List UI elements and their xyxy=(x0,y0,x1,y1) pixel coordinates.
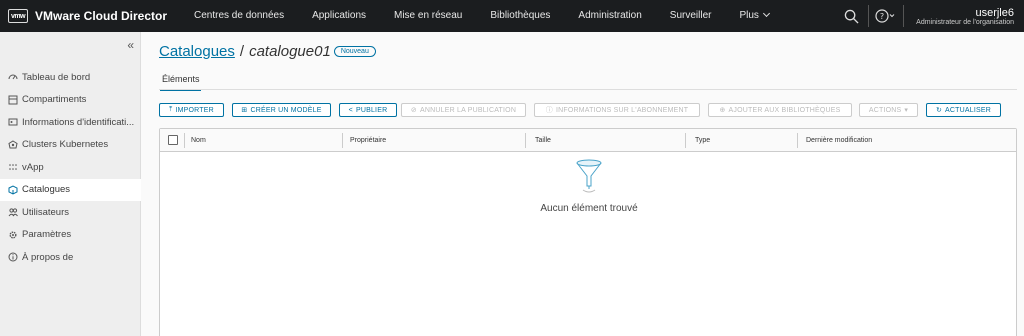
sidebar-item-label: Compartiments xyxy=(22,94,87,106)
empty-state: Aucun élément trouvé xyxy=(160,158,1018,214)
sidebar-item-credentials[interactable]: Informations d'identificati... xyxy=(0,111,141,134)
new-badge: Nouveau xyxy=(333,46,376,57)
empty-message: Aucun élément trouvé xyxy=(540,203,638,214)
publish-label: PUBLIER xyxy=(355,106,388,114)
breadcrumb-catalogs-link[interactable]: Catalogues xyxy=(159,43,235,60)
tab-divider xyxy=(159,89,1017,90)
sidebar-item-label: Utilisateurs xyxy=(22,206,69,218)
column-divider[interactable] xyxy=(685,133,686,148)
vmware-logo: vmw xyxy=(8,9,28,23)
catalog-icon xyxy=(7,184,18,195)
library-icon: ⊕ xyxy=(719,107,726,114)
actions-label: ACTIONS xyxy=(868,106,902,114)
sidebar-item-label: Tableau de bord xyxy=(22,71,91,83)
sidebar-item-label: Informations d'identificati... xyxy=(22,116,135,128)
sidebar-item-label: À propos de xyxy=(22,251,74,263)
user-menu[interactable]: userjle6 Administrateur de l'organisatio… xyxy=(904,7,1024,26)
refresh-icon: ↻ xyxy=(935,107,943,114)
breadcrumb-separator: / xyxy=(239,43,245,60)
column-header-size[interactable]: Taille xyxy=(535,129,551,152)
top-nav: vmw VMware Cloud Director Centres de don… xyxy=(0,0,1024,32)
search-icon[interactable] xyxy=(834,0,868,32)
share-icon: < xyxy=(348,106,353,114)
sidebar-item-compartments[interactable]: Compartiments xyxy=(0,89,141,112)
column-header-last-modified[interactable]: Dernière modification xyxy=(806,129,872,152)
top-right-tools: ? userjle6 Administrateur de l'organisat… xyxy=(834,0,1024,32)
subscription-info-label: INFORMATIONS SUR L'ABONNEMENT xyxy=(555,106,689,114)
unpublish-label: ANNULER LA PUBLICATION xyxy=(420,106,517,114)
publish-button[interactable]: < PUBLIER xyxy=(339,103,397,117)
app-logo[interactable]: vmw VMware Cloud Director xyxy=(0,0,168,32)
column-header-owner[interactable]: Propriétaire xyxy=(350,129,386,152)
sidebar-item-label: vApp xyxy=(22,161,44,173)
sidebar-item-about[interactable]: À propos de xyxy=(0,246,141,269)
sidebar-item-dashboard[interactable]: Tableau de bord xyxy=(0,66,141,89)
import-button[interactable]: ⤒ IMPORTER xyxy=(159,103,224,117)
nav-applications[interactable]: Applications xyxy=(298,0,380,32)
sidebar-item-catalogs[interactable]: Catalogues xyxy=(0,178,141,201)
actions-dropdown[interactable]: ACTIONS ▾ xyxy=(859,103,918,117)
nav-networking[interactable]: Mise en réseau xyxy=(380,0,476,32)
user-role: Administrateur de l'organisation xyxy=(916,18,1014,26)
import-label: IMPORTER xyxy=(175,106,214,114)
create-template-label: CRÉER UN MODÈLE xyxy=(250,106,322,114)
app-title: VMware Cloud Director xyxy=(35,9,168,23)
sidebar-nav: Tableau de bord Compartiments Informatio… xyxy=(0,66,141,269)
kubernetes-icon xyxy=(7,139,18,150)
chevron-down-icon: ▾ xyxy=(904,107,909,114)
sidebar: « Tableau de bord Compartiments Informat… xyxy=(0,32,141,336)
user-name: userjle6 xyxy=(975,6,1014,19)
info-icon xyxy=(7,252,18,263)
svg-text:?: ? xyxy=(880,12,884,21)
add-to-libraries-label: AJOUTER AUX BIBLIOTHÈQUES xyxy=(728,106,841,114)
cancel-icon: ⊘ xyxy=(410,107,417,114)
column-divider xyxy=(184,133,185,148)
subscription-info-button[interactable]: ⓘ INFORMATIONS SUR L'ABONNEMENT xyxy=(534,103,700,117)
upload-icon: ⤒ xyxy=(169,106,173,113)
nav-datacenters[interactable]: Centres de données xyxy=(180,0,298,32)
vapp-icon xyxy=(7,162,18,173)
column-divider[interactable] xyxy=(525,133,526,148)
column-divider[interactable] xyxy=(342,133,343,148)
help-icon[interactable]: ? xyxy=(869,0,903,32)
sidebar-item-settings[interactable]: Paramètres xyxy=(0,224,141,247)
sidebar-item-users[interactable]: Utilisateurs xyxy=(0,201,141,224)
info-icon: ⓘ xyxy=(545,107,553,114)
select-all-checkbox[interactable] xyxy=(168,135,178,145)
sidebar-item-label: Clusters Kubernetes xyxy=(22,139,109,151)
main-nav: Centres de données Applications Mise en … xyxy=(180,0,783,32)
datagrid-header: Nom Propriétaire Taille Type Dernière mo… xyxy=(160,129,1016,152)
toolbar: ⤒ IMPORTER ⊞ CRÉER UN MODÈLE < PUBLIER ⊘ ANN… xyxy=(159,103,1001,117)
column-divider[interactable] xyxy=(797,133,798,148)
nav-libraries[interactable]: Bibliothèques xyxy=(476,0,564,32)
nav-monitor[interactable]: Surveiller xyxy=(656,0,726,32)
users-icon xyxy=(7,207,18,218)
template-icon: ⊞ xyxy=(241,107,248,114)
empty-funnel-icon xyxy=(574,159,604,197)
create-template-button[interactable]: ⊞ CRÉER UN MODÈLE xyxy=(232,103,331,117)
compartment-icon xyxy=(7,94,18,105)
column-header-type[interactable]: Type xyxy=(695,129,710,152)
gear-icon xyxy=(7,229,18,240)
page-title: catalogue01 xyxy=(249,43,331,60)
unpublish-button[interactable]: ⊘ ANNULER LA PUBLICATION xyxy=(401,103,526,117)
nav-administration[interactable]: Administration xyxy=(564,0,655,32)
sidebar-item-label: Paramètres xyxy=(22,229,72,241)
collapse-sidebar-button[interactable]: « xyxy=(127,38,134,52)
id-card-icon xyxy=(7,117,18,128)
refresh-button[interactable]: ↻ ACTUALISER xyxy=(926,103,1001,117)
nav-more-dropdown[interactable]: Plus xyxy=(725,0,782,32)
refresh-label: ACTUALISER xyxy=(945,106,992,114)
sidebar-item-vapp[interactable]: vApp xyxy=(0,156,141,179)
items-datagrid: Nom Propriétaire Taille Type Dernière mo… xyxy=(159,128,1017,336)
dashboard-icon xyxy=(7,72,18,83)
breadcrumb: Catalogues / catalogue01 Nouveau xyxy=(159,43,376,60)
add-to-libraries-button[interactable]: ⊕ AJOUTER AUX BIBLIOTHÈQUES xyxy=(708,103,852,117)
sidebar-item-kubernetes[interactable]: Clusters Kubernetes xyxy=(0,134,141,157)
sidebar-item-label: Catalogues xyxy=(22,184,71,196)
column-header-name[interactable]: Nom xyxy=(191,129,206,152)
